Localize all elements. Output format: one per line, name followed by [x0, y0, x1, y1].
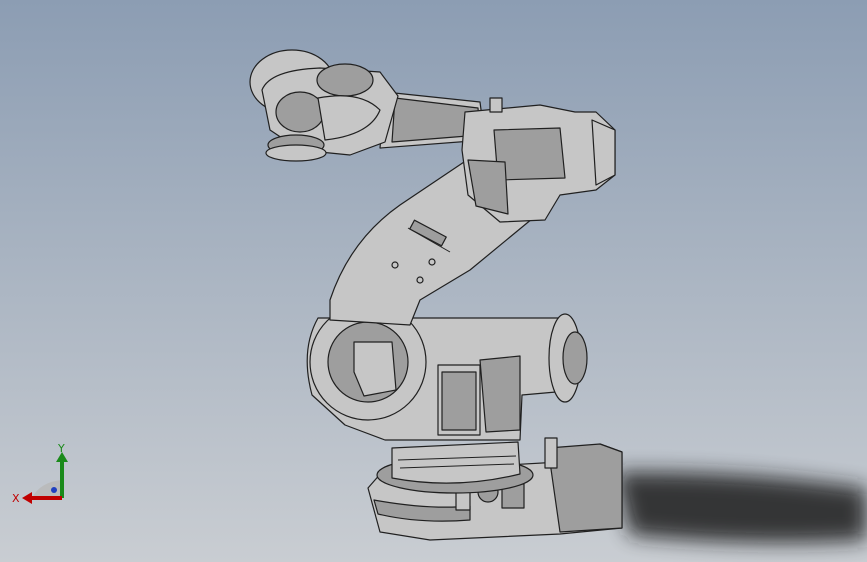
triad-z-axis: [51, 487, 57, 493]
triad-plane: [32, 480, 62, 498]
robot-arm-model[interactable]: [0, 0, 867, 562]
wrist-head[interactable]: [249, 49, 399, 162]
turntable-gear[interactable]: [376, 441, 534, 494]
model-shadow: [615, 471, 867, 544]
triad-x-label: X: [12, 492, 20, 505]
elbow-motor-housing[interactable]: [461, 97, 616, 223]
robot-main-body[interactable]: [306, 303, 588, 441]
orientation-triad: Y X: [12, 442, 68, 505]
triad-x-arrowhead: [22, 492, 32, 504]
cad-viewport[interactable]: Y X: [0, 0, 867, 562]
triad-y-label: Y: [57, 442, 65, 455]
